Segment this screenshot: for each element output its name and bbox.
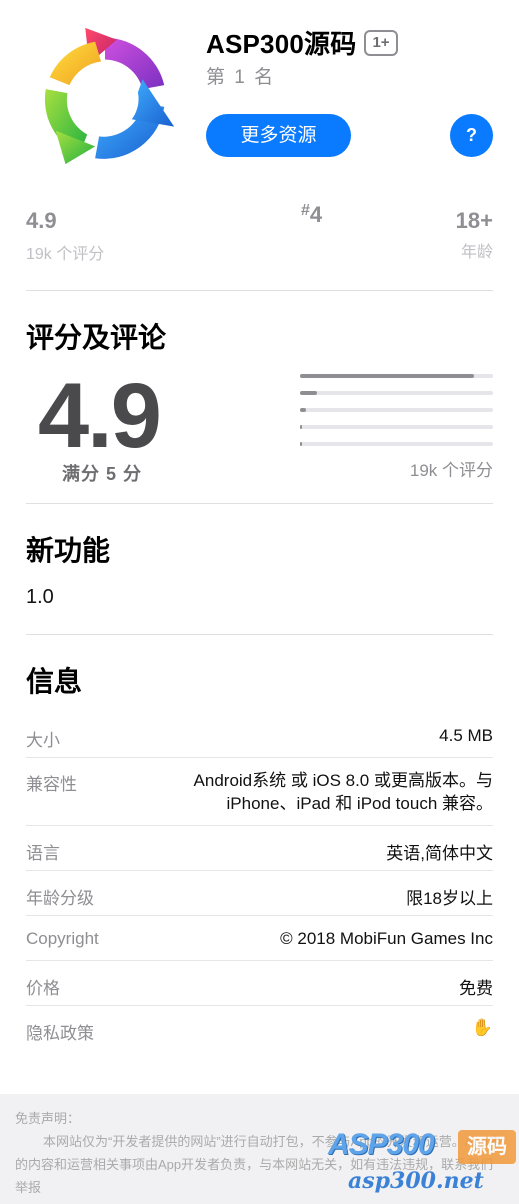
rating-out-of: 满分 5 分: [62, 464, 143, 484]
watermark-tag: 源码: [458, 1130, 516, 1164]
info-value: 英语,简体中文: [386, 844, 493, 863]
info-row-compatibility: 兼容性 Android系统 或 iOS 8.0 或更高版本。与 iPhone、i…: [26, 758, 493, 826]
app-title: ASP300源码: [206, 29, 357, 59]
info-value: 免费: [459, 979, 493, 998]
info-value: Android系统 或 iOS 8.0 或更高版本。与 iPhone、iPad …: [173, 769, 493, 815]
stat-age-label: 年龄: [460, 244, 493, 261]
hand-icon[interactable]: ✋: [472, 1018, 493, 1038]
stat-age: 18+: [455, 208, 493, 233]
title-row: ASP300源码 1+: [206, 24, 398, 61]
watermark-top: ASP300: [328, 1128, 435, 1161]
rating-bar-2-star: [300, 425, 493, 429]
info-label: 隐私政策: [26, 1024, 94, 1043]
help-button[interactable]: ?: [450, 114, 493, 157]
rating-bar-fill: [300, 425, 302, 429]
rank-number: 4: [309, 202, 323, 227]
disclaimer-title: 免责声明：: [15, 1111, 81, 1126]
stat-rating: 4.9: [26, 208, 57, 233]
info-row-copyright: Copyright © 2018 MobiFun Games Inc: [26, 916, 493, 961]
rank-hash: #: [301, 202, 310, 219]
rating-bar-4-star: [300, 391, 493, 395]
more-resources-button[interactable]: 更多资源: [206, 114, 351, 157]
info-value-line: iPhone、iPad 和 iPod touch 兼容。: [226, 794, 493, 813]
watermark-logo: ASP300 源码 asp300.net: [328, 1128, 518, 1198]
divider: [26, 503, 493, 504]
info-value: 4.5 MB: [439, 726, 493, 745]
big-rating-score: 4.9: [38, 365, 162, 467]
rating-count: 19k 个评分: [409, 461, 493, 480]
divider: [26, 634, 493, 635]
info-label: 兼容性: [26, 775, 77, 794]
info-label: 年龄分级: [26, 889, 94, 908]
info-section-title: 信息: [26, 666, 83, 697]
rating-bar-fill: [300, 374, 474, 378]
rating-bar-1-star: [300, 442, 493, 446]
stat-rank: #4: [301, 202, 322, 228]
info-value: © 2018 MobiFun Games Inc: [280, 929, 493, 948]
info-value: 限18岁以上: [406, 889, 493, 908]
info-row-privacy[interactable]: 隐私政策 ✋: [26, 1006, 493, 1051]
info-label: 价格: [26, 979, 60, 998]
rating-bar-fill: [300, 442, 302, 446]
info-row-price: 价格 免费: [26, 961, 493, 1006]
rating-bar-fill: [300, 391, 318, 395]
divider: [26, 290, 493, 291]
rating-bar-3-star: [300, 408, 493, 412]
info-label: 大小: [26, 731, 60, 750]
info-label: 语言: [26, 844, 60, 863]
ratings-section-title: 评分及评论: [26, 322, 167, 353]
info-row-size: 大小 4.5 MB: [26, 713, 493, 758]
info-value-line: Android系统 或 iOS 8.0 或更高版本。与: [193, 771, 493, 790]
refresh-cycle-icon: [44, 27, 175, 165]
watermark-bottom: asp300.net: [348, 1168, 484, 1194]
stat-rating-count: 19k 个评分: [26, 246, 105, 263]
info-label: Copyright: [26, 929, 99, 948]
age-badge: 1+: [364, 29, 398, 56]
whats-new-title: 新功能: [26, 535, 111, 566]
info-row-language: 语言 英语,简体中文: [26, 826, 493, 871]
rating-distribution: [300, 374, 493, 459]
app-header: ASP300源码 1+ 第 1 名 更多资源 ?: [0, 0, 519, 185]
rating-bar-fill: [300, 408, 306, 412]
stats-row: 4.9 19k 个评分 #4 18+ 年龄: [26, 200, 493, 263]
info-row-age-rating: 年龄分级 限18岁以上: [26, 871, 493, 916]
rank-text: 第 1 名: [206, 67, 276, 88]
rating-bar-5-star: [300, 374, 493, 378]
version-number: 1.0: [26, 586, 54, 608]
